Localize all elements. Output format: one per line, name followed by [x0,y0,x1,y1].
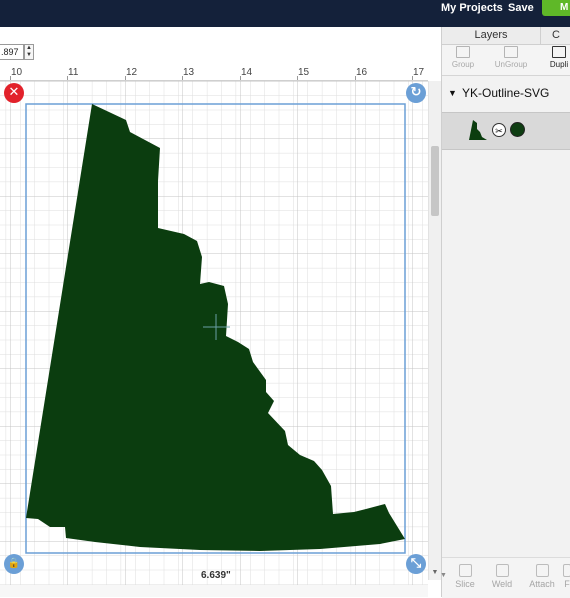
ruler-label: 15 [298,67,310,78]
ungroup-button[interactable]: UnGroup [491,46,531,69]
caret-down-icon[interactable]: ▼ [448,88,457,98]
slice-icon [458,564,472,577]
weld-label: Weld [491,579,513,589]
slice-button[interactable]: Slice [451,564,479,589]
ruler-label: 16 [356,67,368,78]
panel-scroll-down-icon[interactable]: ▼ [440,572,447,579]
group-icon [456,46,470,58]
layer-item[interactable]: ✂ [442,112,570,150]
duplicate-label: Dupli [549,60,569,69]
duplicate-icon [552,46,566,58]
save-link[interactable]: Save [508,0,534,28]
flatten-label: F [564,579,570,589]
layer-group-name: YK-Outline-SVG [462,86,550,100]
lock-handle-icon[interactable]: 🔒 [4,554,24,574]
ungroup-label: UnGroup [494,60,528,69]
design-canvas[interactable] [0,81,428,585]
ruler-label: 10 [11,67,23,78]
weld-icon [495,564,509,577]
ruler-label: 14 [241,67,253,78]
ungroup-icon [504,46,518,58]
ruler-label: 13 [183,67,195,78]
flatten-icon [563,564,570,577]
ruler-label: 12 [126,67,138,78]
attach-label: Attach [529,579,555,589]
size-stepper[interactable]: ▲ ▼ [24,44,34,60]
layers-panel: Layers C Group UnGroup Dupli ▼ YK-Outlin… [440,27,570,598]
layer-group-header[interactable]: ▼ YK-Outline-SVG [442,83,570,103]
tab-layers[interactable]: Layers [442,27,541,44]
scrollbar-thumb[interactable] [431,146,439,216]
vertical-scrollbar[interactable]: ▼ [428,81,441,580]
make-it-button[interactable]: M [542,0,570,16]
group-label: Group [451,60,475,69]
layers-toolbar: Group UnGroup Dupli [442,45,570,76]
duplicate-button[interactable]: Dupli [546,46,570,69]
flatten-button[interactable]: F [563,564,570,589]
my-projects-link[interactable]: My Projects [441,0,503,28]
horizontal-ruler: 10 11 12 13 14 15 16 17 [0,66,428,81]
delete-handle-icon[interactable]: ✕ [4,83,24,103]
tab-color-sync[interactable]: C [541,27,570,44]
group-button[interactable]: Group [449,46,477,69]
rotate-handle-icon[interactable]: ↻ [406,83,426,103]
attach-icon [535,564,549,577]
panel-tabs: Layers C [442,27,570,45]
shape-thumbnail-icon [469,120,487,140]
attach-button[interactable]: Attach [527,564,557,589]
scissors-icon[interactable]: ✂ [492,123,506,137]
ruler-label: 17 [413,67,425,78]
width-dimension-label: 6.639" [201,570,231,581]
ruler-label: 11 [68,67,79,78]
slice-label: Slice [455,579,475,589]
horizontal-scrollbar[interactable] [0,585,428,597]
resize-handle-icon[interactable]: ⤡ [406,554,426,574]
weld-button[interactable]: Weld [489,564,515,589]
bottom-toolbar: ▼ Slice Weld Attach F [440,557,570,598]
make-it-label: M [560,2,569,13]
top-bar: My Projects Save M [0,0,570,27]
color-swatch[interactable] [510,122,525,137]
size-input[interactable]: .897 [0,44,24,60]
